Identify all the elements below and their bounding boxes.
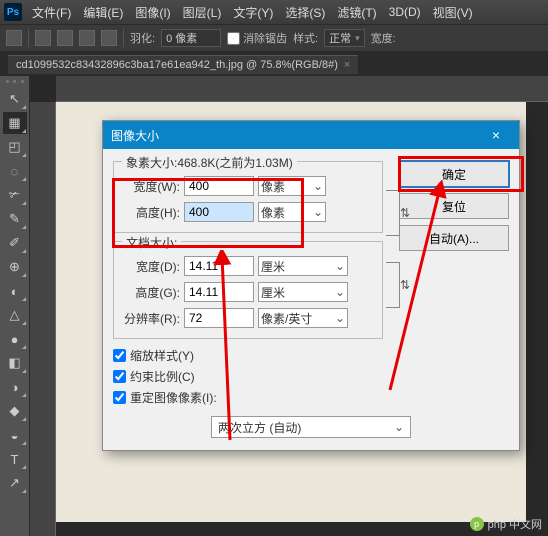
- constrain-proportions-checkbox[interactable]: 约束比例(C): [113, 368, 509, 385]
- resample-image-checkbox[interactable]: 重定图像像素(I):: [113, 389, 509, 406]
- gradient-tool[interactable]: ◧: [3, 352, 27, 374]
- brush-tool[interactable]: ⊕: [3, 256, 27, 278]
- dialog-title: 图像大小: [111, 127, 159, 144]
- style-label: 样式:: [293, 30, 318, 46]
- pixel-width-unit-select[interactable]: 像素: [258, 176, 326, 196]
- pixel-height-unit-select[interactable]: 像素: [258, 202, 326, 222]
- photoshop-logo: Ps: [4, 3, 22, 21]
- menu-view[interactable]: 视图(V): [427, 4, 479, 21]
- interpolation-row: 两次立方 (自动): [113, 416, 509, 438]
- link-constrain-icon[interactable]: ⇅: [400, 278, 410, 292]
- menu-type[interactable]: 文字(Y): [227, 4, 279, 21]
- menu-image[interactable]: 图像(I): [129, 4, 176, 21]
- php-logo-icon: p: [470, 517, 484, 531]
- document-size-group: 文档大小: 宽度(D): 厘米 高度(G): 厘米 分辨率(R): 像素/英寸 …: [113, 241, 383, 339]
- path-select-tool[interactable]: ↗: [3, 472, 27, 494]
- history-brush-tool[interactable]: △: [3, 304, 27, 326]
- resolution-unit-select[interactable]: 像素/英寸: [258, 308, 348, 328]
- move-tool[interactable]: ↖: [3, 88, 27, 110]
- menu-filter[interactable]: 滤镜(T): [331, 4, 382, 21]
- doc-height-input[interactable]: [184, 282, 254, 302]
- healing-brush-tool[interactable]: ✐: [3, 232, 27, 254]
- scale-styles-checkbox[interactable]: 缩放样式(Y): [113, 347, 509, 364]
- link-constrain-icon[interactable]: ⇅: [400, 206, 410, 220]
- doc-height-unit-select[interactable]: 厘米: [258, 282, 348, 302]
- menu-file[interactable]: 文件(F): [26, 4, 77, 21]
- document-size-legend: 文档大小:: [122, 234, 181, 251]
- selection-add-icon[interactable]: [57, 30, 73, 46]
- tool-panel: ↖ ▦ ◰ ◌ ✃ ✎ ✐ ⊕ ◐ △ ● ◧ ◑ ◆ ◒ T ↗: [0, 76, 30, 536]
- link-bracket-icon: [386, 190, 400, 236]
- separator: [123, 29, 124, 47]
- dialog-body: 确定 复位 自动(A)... 象素大小:468.8K(之前为1.03M) 宽度(…: [103, 149, 519, 450]
- link-bracket-icon: [386, 262, 400, 308]
- pixel-width-input[interactable]: [184, 176, 254, 196]
- doc-height-label: 高度(G):: [124, 284, 180, 301]
- image-size-dialog: 图像大小 × 确定 复位 自动(A)... 象素大小:468.8K(之前为1.0…: [102, 120, 520, 451]
- clone-stamp-tool[interactable]: ◐: [3, 280, 27, 302]
- options-bar: 羽化: 消除锯齿 样式: 正常 宽度:: [0, 24, 548, 52]
- ok-button[interactable]: 确定: [399, 161, 509, 187]
- menu-edit[interactable]: 编辑(E): [77, 4, 129, 21]
- pen-tool[interactable]: ◒: [3, 424, 27, 446]
- menu-3d[interactable]: 3D(D): [383, 5, 427, 19]
- doc-width-unit-select[interactable]: 厘米: [258, 256, 348, 276]
- pixel-width-label: 宽度(W):: [124, 178, 180, 195]
- close-icon[interactable]: ×: [481, 127, 511, 143]
- pixel-dimensions-legend: 象素大小:468.8K(之前为1.03M): [122, 154, 297, 171]
- dodge-tool[interactable]: ◆: [3, 400, 27, 422]
- selection-new-icon[interactable]: [35, 30, 51, 46]
- tab-title: cd1099532c83432896c3ba17e61ea942_th.jpg …: [16, 59, 338, 71]
- ruler-horizontal[interactable]: [56, 76, 548, 102]
- selection-intersect-icon[interactable]: [101, 30, 117, 46]
- menubar: Ps 文件(F) 编辑(E) 图像(I) 图层(L) 文字(Y) 选择(S) 滤…: [0, 0, 548, 24]
- crop-tool[interactable]: ✃: [3, 184, 27, 206]
- pixel-height-label: 高度(H):: [124, 204, 180, 221]
- feather-input[interactable]: [161, 29, 221, 47]
- marquee-tool[interactable]: ▦: [3, 112, 27, 134]
- selection-subtract-icon[interactable]: [79, 30, 95, 46]
- dialog-checkboxes: 缩放样式(Y) 约束比例(C) 重定图像像素(I):: [113, 347, 509, 406]
- panel-grip-icon[interactable]: [6, 80, 24, 84]
- watermark: p php 中文网: [470, 516, 542, 532]
- eyedropper-tool[interactable]: ✎: [3, 208, 27, 230]
- pixel-height-input[interactable]: [184, 202, 254, 222]
- interpolation-select[interactable]: 两次立方 (自动): [211, 416, 411, 438]
- resolution-label: 分辨率(R):: [124, 310, 180, 327]
- dialog-buttons: 确定 复位 自动(A)...: [399, 161, 509, 251]
- resolution-input[interactable]: [184, 308, 254, 328]
- blur-tool[interactable]: ◑: [3, 376, 27, 398]
- pixel-dimensions-group: 象素大小:468.8K(之前为1.03M) 宽度(W): 像素 高度(H): 像…: [113, 161, 383, 233]
- menu-select[interactable]: 选择(S): [279, 4, 331, 21]
- document-tab[interactable]: cd1099532c83432896c3ba17e61ea942_th.jpg …: [8, 55, 358, 74]
- tab-bar: cd1099532c83432896c3ba17e61ea942_th.jpg …: [0, 52, 548, 76]
- separator: [28, 29, 29, 47]
- reset-button[interactable]: 复位: [399, 193, 509, 219]
- menu-layer[interactable]: 图层(L): [177, 4, 228, 21]
- marquee-tool-preset-icon[interactable]: [6, 30, 22, 46]
- auto-button[interactable]: 自动(A)...: [399, 225, 509, 251]
- lasso-tool[interactable]: ◰: [3, 136, 27, 158]
- width-label: 宽度:: [371, 30, 396, 46]
- type-tool[interactable]: T: [3, 448, 27, 470]
- doc-width-label: 宽度(D):: [124, 258, 180, 275]
- dialog-titlebar[interactable]: 图像大小 ×: [103, 121, 519, 149]
- ruler-vertical[interactable]: [30, 102, 56, 536]
- antialias-checkbox[interactable]: 消除锯齿: [227, 30, 287, 46]
- feather-label: 羽化:: [130, 30, 155, 46]
- style-combo[interactable]: 正常: [324, 29, 365, 47]
- quick-select-tool[interactable]: ◌: [3, 160, 27, 182]
- doc-width-input[interactable]: [184, 256, 254, 276]
- watermark-text: php 中文网: [488, 516, 542, 532]
- eraser-tool[interactable]: ●: [3, 328, 27, 350]
- close-tab-icon[interactable]: ×: [344, 59, 350, 71]
